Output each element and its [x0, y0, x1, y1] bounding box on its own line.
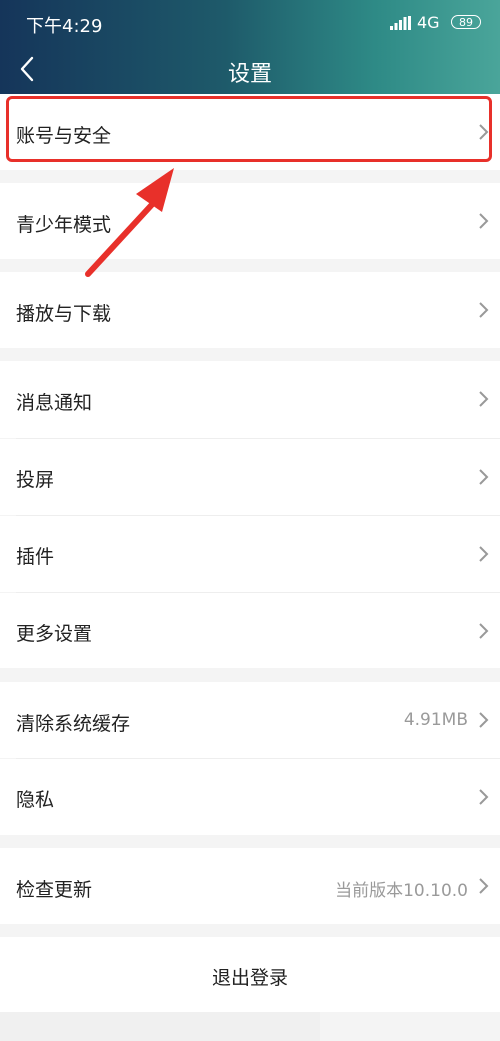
- chevron-right-icon: [479, 789, 489, 805]
- bottom-gray-area: [0, 1012, 320, 1041]
- setting-label: 清除系统缓存: [16, 713, 131, 735]
- cache-size-value: 4.91MB: [403, 710, 468, 730]
- status-time: 下午4:29: [26, 16, 103, 37]
- signal-icon: [390, 16, 411, 30]
- chevron-right-icon: [479, 878, 489, 894]
- page-title: 设置: [227, 62, 272, 87]
- setting-item-clear-cache[interactable]: 清除系统缓存 4.91MB: [0, 682, 500, 758]
- setting-label: 更多设置: [16, 623, 93, 645]
- chevron-right-icon: [479, 546, 489, 562]
- setting-item-privacy[interactable]: 隐私: [0, 759, 500, 835]
- setting-item-more-settings[interactable]: 更多设置: [0, 593, 500, 668]
- setting-label: 插件: [16, 546, 55, 568]
- setting-label: 投屏: [16, 469, 55, 491]
- chevron-right-icon: [479, 213, 489, 229]
- setting-item-plugins[interactable]: 插件: [0, 516, 500, 592]
- status-bar: 下午4:29 4G 89: [0, 0, 500, 44]
- title-bar: 设置: [0, 44, 500, 94]
- logout-label: 退出登录: [211, 967, 288, 989]
- chevron-right-icon: [479, 712, 489, 728]
- chevron-right-icon: [479, 302, 489, 318]
- logout-button[interactable]: 退出登录: [0, 937, 500, 1012]
- battery-icon: 89: [451, 15, 481, 29]
- setting-label: 播放与下载: [16, 303, 112, 325]
- red-arrow-icon: [85, 168, 174, 277]
- highlight-box: [6, 96, 492, 162]
- chevron-right-icon: [479, 623, 489, 639]
- setting-item-check-update[interactable]: 检查更新 当前版本10.10.0: [0, 848, 500, 924]
- version-value: 当前版本10.10.0: [335, 881, 468, 901]
- setting-label: 隐私: [16, 789, 55, 811]
- setting-label: 消息通知: [16, 392, 93, 414]
- setting-item-notifications[interactable]: 消息通知: [0, 361, 500, 438]
- setting-label: 检查更新: [16, 879, 93, 901]
- header: 下午4:29 4G 89 设置: [0, 0, 500, 94]
- settings-screen: 下午4:29 4G 89 设置 账号与安全 青少年模式 播放与下载 消息通知 投…: [0, 0, 500, 1041]
- chevron-right-icon: [479, 469, 489, 485]
- network-type: 4G: [417, 13, 440, 32]
- setting-item-cast-screen[interactable]: 投屏: [0, 439, 500, 515]
- chevron-right-icon: [479, 391, 489, 407]
